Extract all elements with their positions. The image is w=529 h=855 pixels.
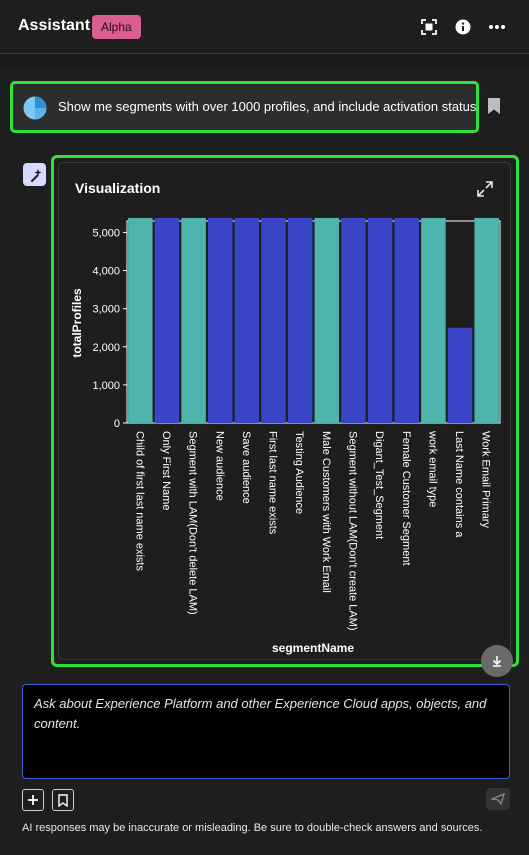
chat-input[interactable] (23, 685, 509, 778)
y-tick-label: 4,000 (92, 266, 120, 278)
saved-prompts-button[interactable] (52, 789, 74, 811)
visualization-card: Visualization 0 1,000 2,000 3,000 4,000 5,000… (58, 162, 511, 660)
bar[interactable] (234, 217, 260, 423)
bar-chart: 0 1,000 2,000 3,000 4,000 5,000 Child of firs… (70, 217, 501, 655)
bar[interactable] (314, 217, 340, 423)
x-tick-label: work email type (426, 430, 438, 507)
x-tick-label: Work Email Primary (480, 431, 492, 528)
chat-input-box[interactable] (22, 684, 510, 779)
bar[interactable] (154, 217, 180, 423)
send-button[interactable] (486, 788, 510, 810)
disclaimer-text: AI responses may be inaccurate or mislea… (22, 822, 483, 834)
bar[interactable] (421, 217, 446, 423)
bar[interactable] (287, 217, 313, 423)
x-tick-label: Female Customer Segment (400, 431, 412, 566)
x-tick-label: New audience (213, 431, 225, 501)
x-tick-label: Only First Name (160, 431, 172, 510)
y-tick-label: 1,000 (92, 380, 120, 392)
prompt-text: Show me segments with over 1000 profiles… (58, 99, 477, 114)
bar[interactable] (261, 217, 286, 423)
add-to-chat-button[interactable] (481, 645, 513, 677)
x-axis-label: segmentName (272, 641, 354, 655)
y-tick-label: 0 (114, 418, 120, 430)
bar[interactable] (128, 217, 153, 423)
x-tick-label: Digant_Test_Segment (373, 431, 385, 539)
bar[interactable] (394, 217, 420, 423)
fullscreen-icon[interactable] (416, 14, 442, 40)
y-axis-label: totalProfiles (70, 288, 84, 358)
bookmark-icon[interactable] (487, 97, 501, 115)
x-tick-label: Segment with LAM(Don't delete LAM) (187, 431, 199, 615)
x-tick-label: Male Customers with Work Email (320, 431, 332, 593)
info-icon[interactable] (450, 14, 476, 40)
panel-title: Assistant (18, 17, 91, 34)
bar[interactable] (447, 327, 473, 423)
x-tick-label: Segment without LAM(Don't create LAM) (346, 431, 358, 631)
x-tick-label: Testing Audience (293, 431, 305, 514)
bar[interactable] (181, 217, 206, 423)
bar[interactable] (367, 217, 393, 423)
user-prompt-card: Show me segments with over 1000 profiles… (10, 81, 479, 133)
x-tick-label: Save audience (240, 431, 252, 504)
y-tick-label: 2,000 (92, 342, 120, 354)
add-button[interactable] (22, 789, 44, 811)
x-tick-label: Last Name contains a (453, 431, 465, 538)
bar[interactable] (341, 217, 366, 423)
x-tick-label: First last name exists (267, 431, 279, 535)
assistant-header: Assistant Alpha (0, 0, 529, 54)
alpha-badge: Alpha (92, 15, 141, 39)
more-icon[interactable] (484, 14, 510, 40)
bar[interactable] (207, 217, 233, 423)
ai-sparkle-icon (23, 163, 46, 186)
x-tick-label: Child of first last name exists (133, 431, 145, 571)
y-tick-label: 5,000 (92, 227, 120, 239)
header-divider (0, 54, 529, 66)
bar[interactable] (474, 217, 499, 423)
user-avatar (23, 96, 47, 120)
y-tick-label: 3,000 (92, 304, 120, 316)
